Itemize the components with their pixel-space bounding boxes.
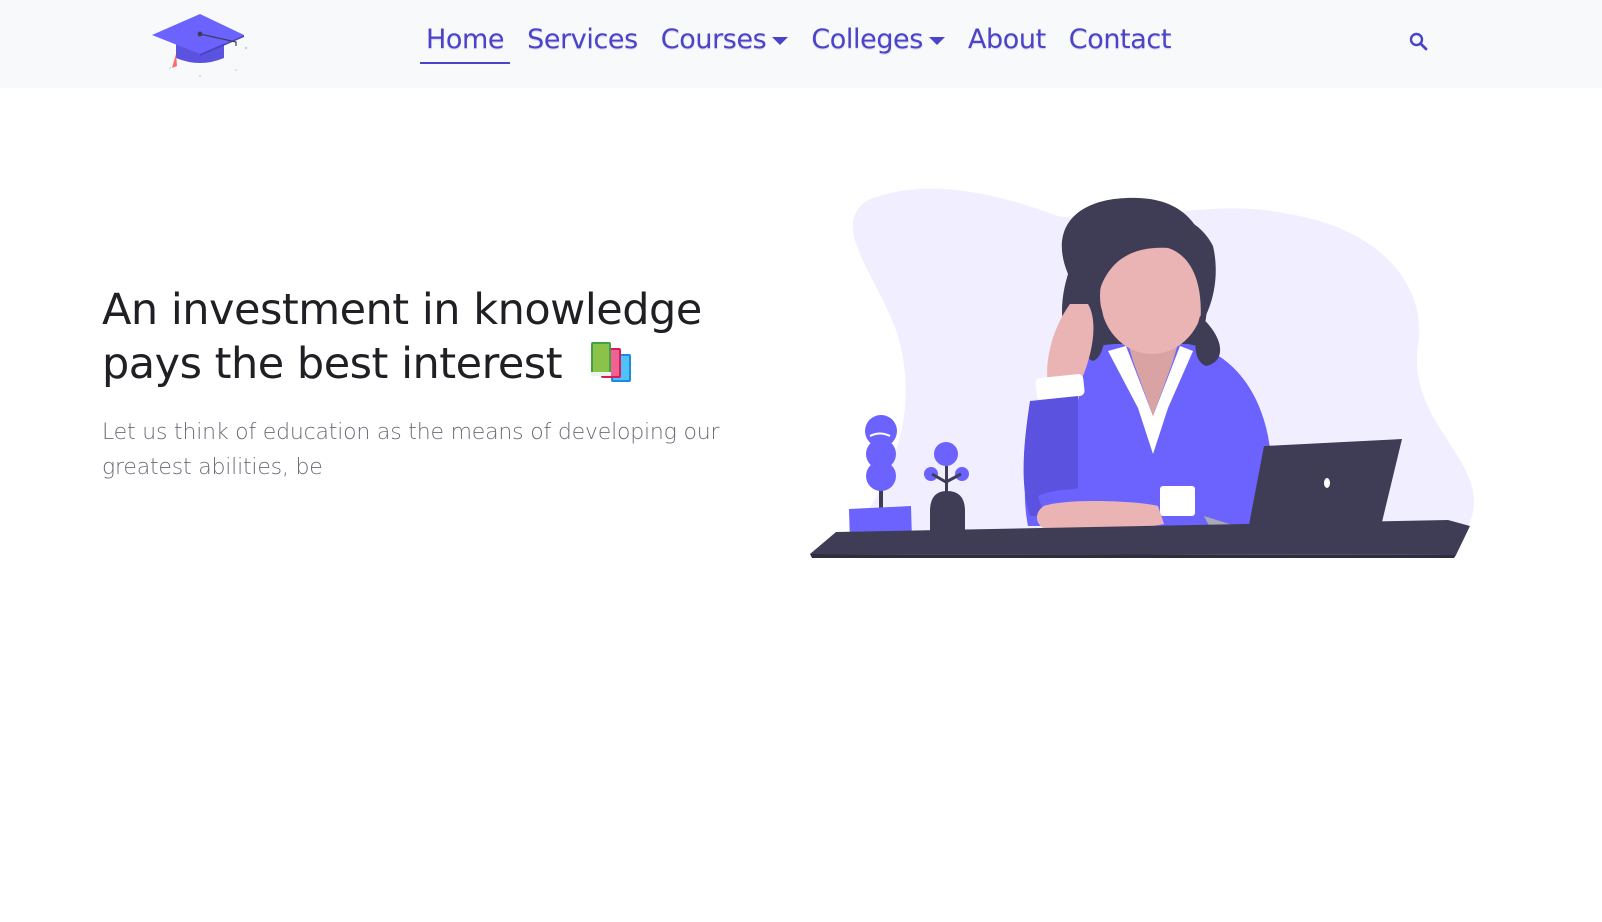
nav-item-label: Services <box>527 24 638 55</box>
hero-title: An investment in knowledge pays the best… <box>102 283 782 391</box>
navbar: Home Services Courses Colleges About Con… <box>0 0 1602 88</box>
nav-item-label: Courses <box>660 24 767 55</box>
nav-item-label: About <box>967 24 1046 55</box>
nav-item-courses[interactable]: Courses <box>655 20 795 62</box>
nav-item-colleges[interactable]: Colleges <box>805 20 951 62</box>
woman-thinking-illustration <box>810 188 1475 558</box>
hero-illustration <box>808 186 1502 572</box>
graduation-cap-icon <box>152 14 248 77</box>
nav-item-home[interactable]: Home <box>420 20 511 64</box>
nav-item-about[interactable]: About <box>962 20 1052 62</box>
search-button[interactable] <box>1408 31 1430 53</box>
nav-item-contact[interactable]: Contact <box>1063 20 1177 62</box>
nav-item-label: Colleges <box>811 24 923 55</box>
hero-title-line2: pays the best interest <box>102 339 563 389</box>
hero-title-line1: An investment in knowledge <box>102 285 702 335</box>
books-icon <box>589 342 637 384</box>
caret-down-icon <box>928 37 945 45</box>
search-icon <box>1409 32 1428 51</box>
nav-item-services[interactable]: Services <box>521 20 644 62</box>
nav-item-label: Contact <box>1068 24 1172 55</box>
logo[interactable] <box>150 8 254 80</box>
caret-down-icon <box>772 37 789 45</box>
nav-links: Home Services Courses Colleges About Con… <box>420 20 1188 64</box>
nav-item-label: Home <box>426 24 505 55</box>
hero-subtitle: Let us think of education as the means o… <box>102 420 720 480</box>
